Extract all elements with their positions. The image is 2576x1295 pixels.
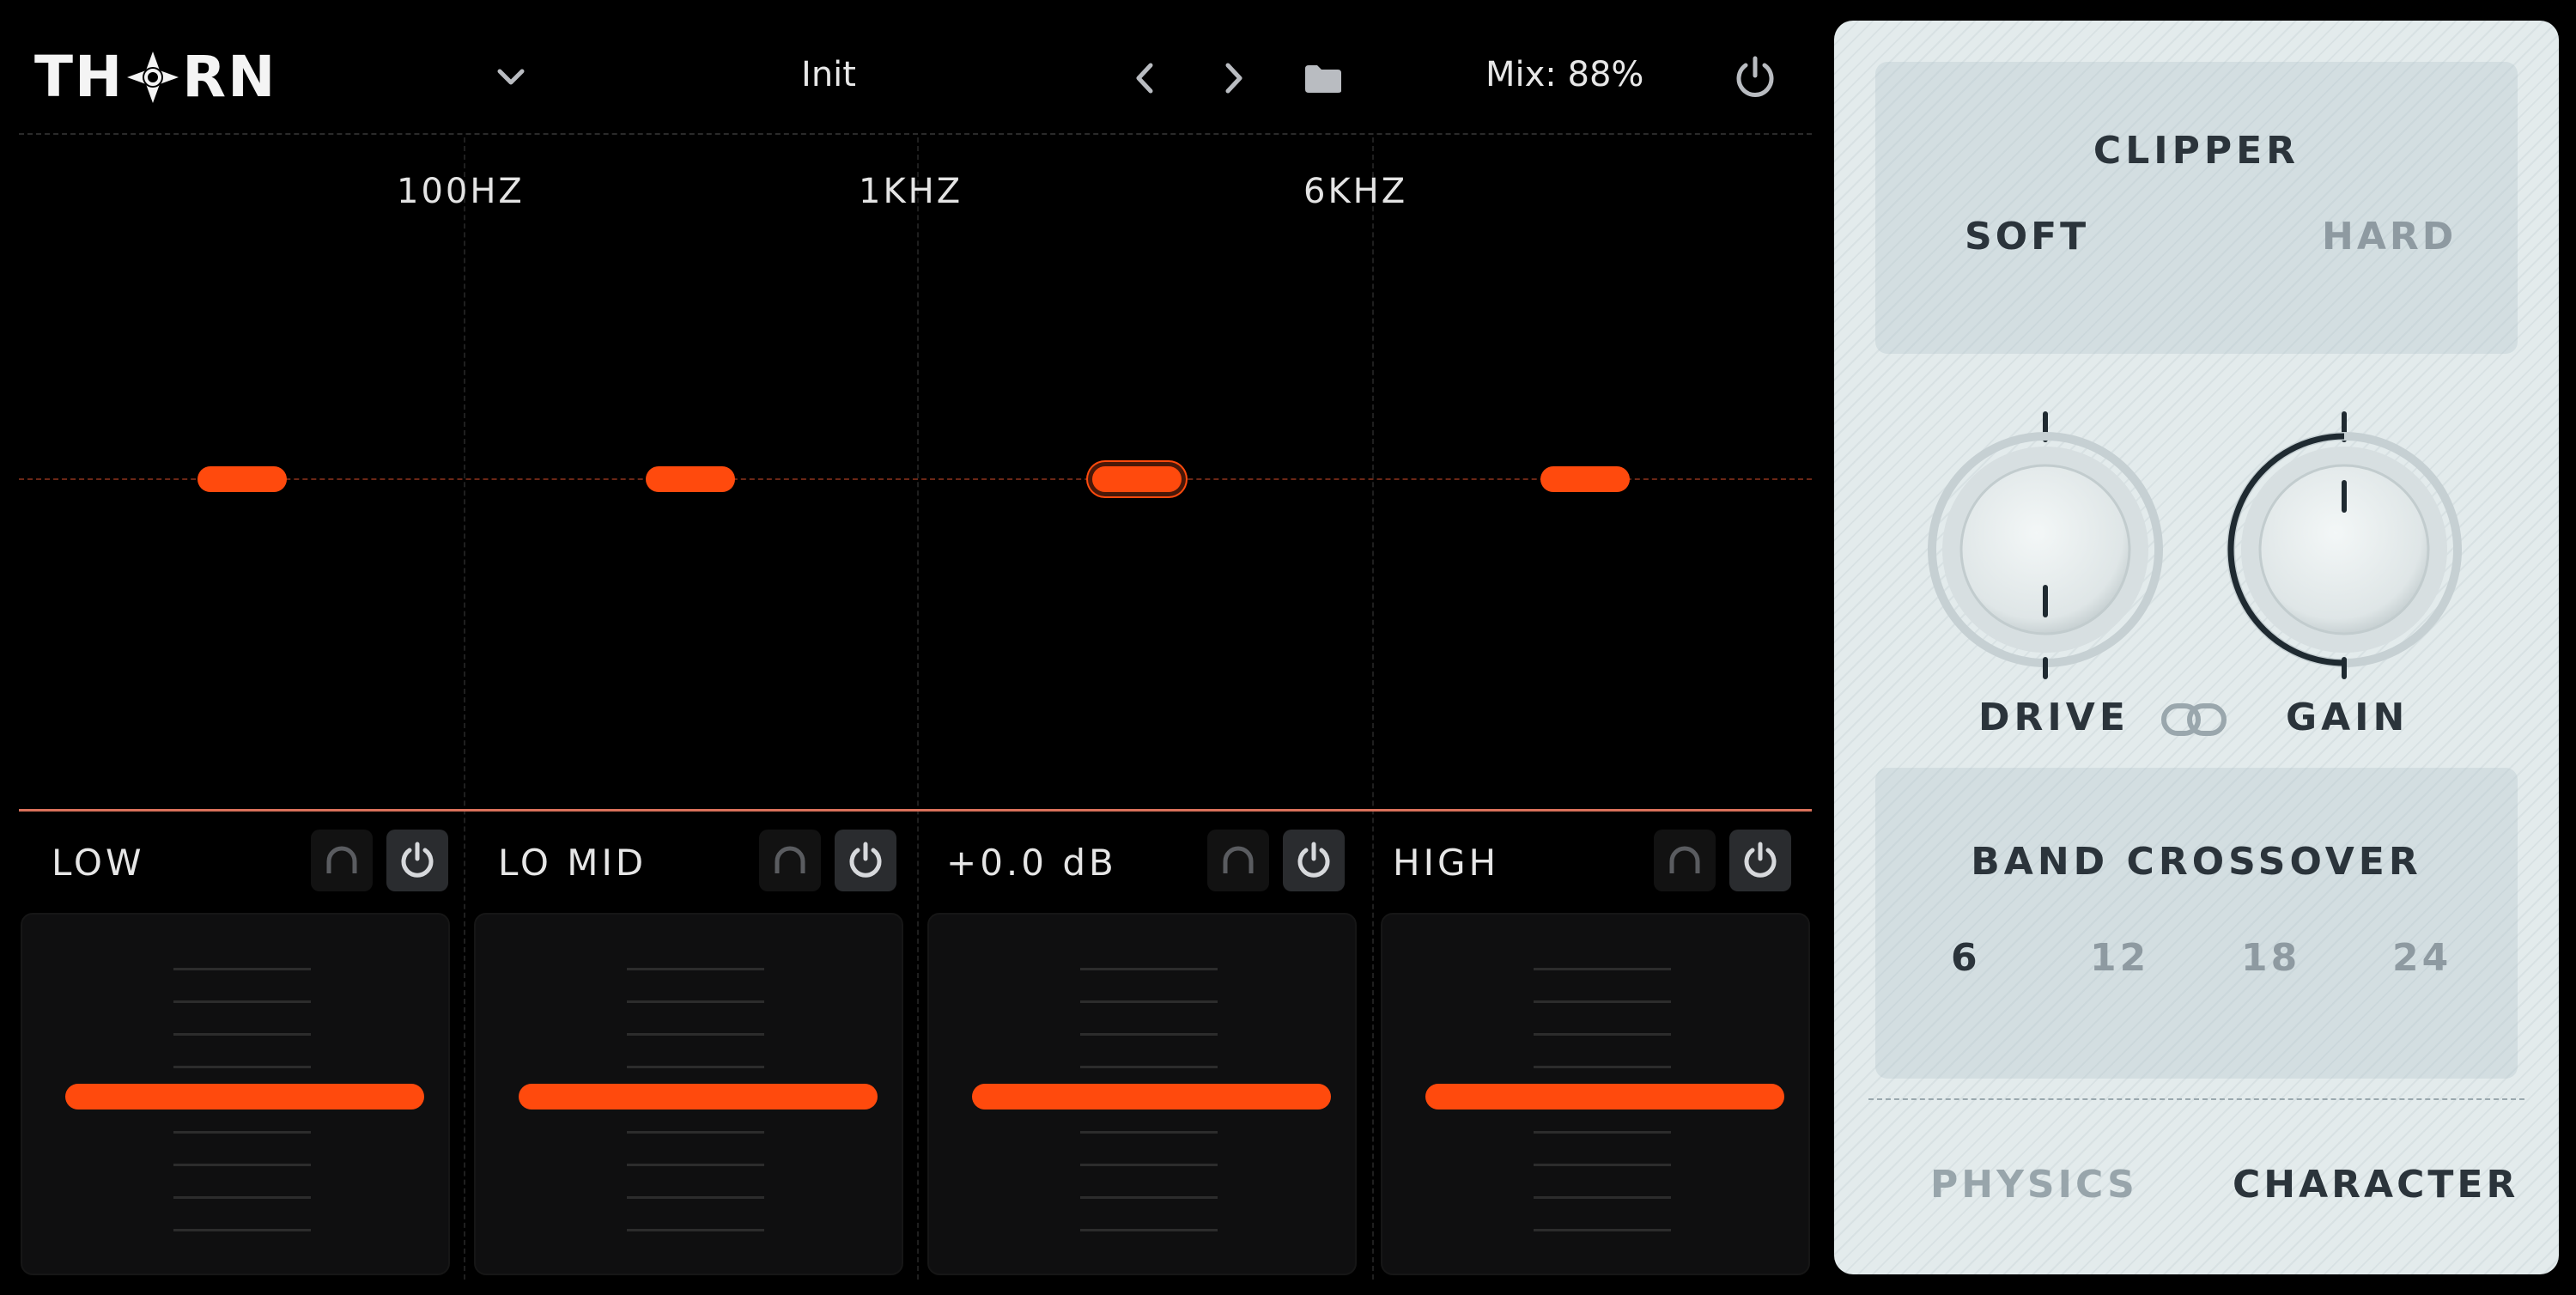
chevron-left-icon[interactable]: [1133, 62, 1156, 94]
band-handle-hi-mid[interactable]: [1092, 466, 1182, 492]
gain-fader[interactable]: [972, 1084, 1331, 1110]
logo-star-icon: [127, 52, 179, 103]
gain-fader[interactable]: [519, 1084, 878, 1110]
clipper-hard-option[interactable]: HARD: [2322, 215, 2457, 258]
clipper-panel: CLIPPER SOFT HARD DRIVE GAIN BAND CROSSO…: [1834, 21, 2559, 1274]
solo-button[interactable]: [1654, 830, 1716, 891]
logo-text: TH: [34, 44, 125, 110]
header-divider: [19, 133, 1812, 135]
power-icon: [1744, 842, 1777, 878]
band-gain-panel[interactable]: [21, 913, 450, 1275]
crossover-box: [1875, 768, 2518, 1079]
solo-button[interactable]: [759, 830, 821, 891]
solo-button[interactable]: [311, 830, 373, 891]
preset-name[interactable]: Init: [773, 55, 884, 94]
crossover-title: BAND CROSSOVER: [1971, 840, 2422, 884]
band-label: +0.0 dB: [946, 842, 1117, 884]
frequency-label: 100HZ: [397, 172, 525, 211]
chevron-right-icon[interactable]: [1223, 62, 1245, 94]
clipper-title: CLIPPER: [2093, 129, 2300, 173]
drive-knob[interactable]: [1923, 381, 2164, 690]
band-power-button[interactable]: [386, 830, 448, 891]
crossover-option-12[interactable]: 12: [2090, 936, 2149, 980]
band-divider: [464, 137, 465, 1280]
gain-knob[interactable]: [2222, 381, 2463, 690]
power-icon: [1297, 842, 1330, 878]
band-label: HIGH: [1393, 842, 1500, 884]
clipper-mode-box: [1875, 62, 2518, 354]
band-power-button[interactable]: [1729, 830, 1791, 891]
plugin-window: TH RN Init Mix: 88% 100HZ 1KHZ 6KHZ LOW: [0, 0, 2576, 1295]
power-icon: [401, 842, 434, 878]
band-label: LO MID: [498, 842, 647, 884]
chevron-down-icon[interactable]: [496, 67, 526, 88]
power-icon: [849, 842, 882, 878]
folder-icon[interactable]: [1303, 64, 1343, 94]
band-gain-panel[interactable]: [927, 913, 1357, 1275]
solo-button[interactable]: [1207, 830, 1269, 891]
headphones-icon: [775, 846, 805, 873]
gain-fader[interactable]: [1425, 1084, 1784, 1110]
clipper-soft-option[interactable]: SOFT: [1965, 215, 2089, 258]
band-gain-panel[interactable]: [1381, 913, 1810, 1275]
frequency-label: 6KHZ: [1303, 172, 1408, 211]
headphones-icon: [326, 846, 357, 873]
crossover-option-6[interactable]: 6: [1951, 936, 1981, 980]
mix-readout[interactable]: Mix: 88%: [1485, 55, 1643, 94]
headphones-icon: [1669, 846, 1700, 873]
frequency-label: 1KHZ: [859, 172, 963, 211]
gain-fader[interactable]: [65, 1084, 424, 1110]
graph-separator: [19, 809, 1812, 812]
logo: TH RN: [34, 44, 277, 110]
crossover-option-24[interactable]: 24: [2392, 936, 2451, 980]
band-divider: [1372, 137, 1374, 1280]
band-power-button[interactable]: [835, 830, 896, 891]
power-icon[interactable]: [1733, 55, 1777, 101]
band-divider: [917, 137, 919, 1280]
band-gain-panel[interactable]: [474, 913, 903, 1275]
link-icon[interactable]: [2160, 699, 2227, 740]
headphones-icon: [1223, 846, 1254, 873]
band-handle-low[interactable]: [197, 466, 287, 492]
band-label: LOW: [52, 842, 145, 884]
tab-physics[interactable]: PHYSICS: [1930, 1163, 2138, 1207]
crossover-option-18[interactable]: 18: [2241, 936, 2300, 980]
band-power-button[interactable]: [1283, 830, 1345, 891]
drive-label: DRIVE: [1978, 696, 2129, 739]
band-handle-high[interactable]: [1540, 466, 1630, 492]
gain-label: GAIN: [2286, 696, 2409, 739]
band-handle-lo-mid[interactable]: [646, 466, 735, 492]
tab-character[interactable]: CHARACTER: [2233, 1163, 2518, 1207]
tabs-divider: [1868, 1098, 2524, 1100]
